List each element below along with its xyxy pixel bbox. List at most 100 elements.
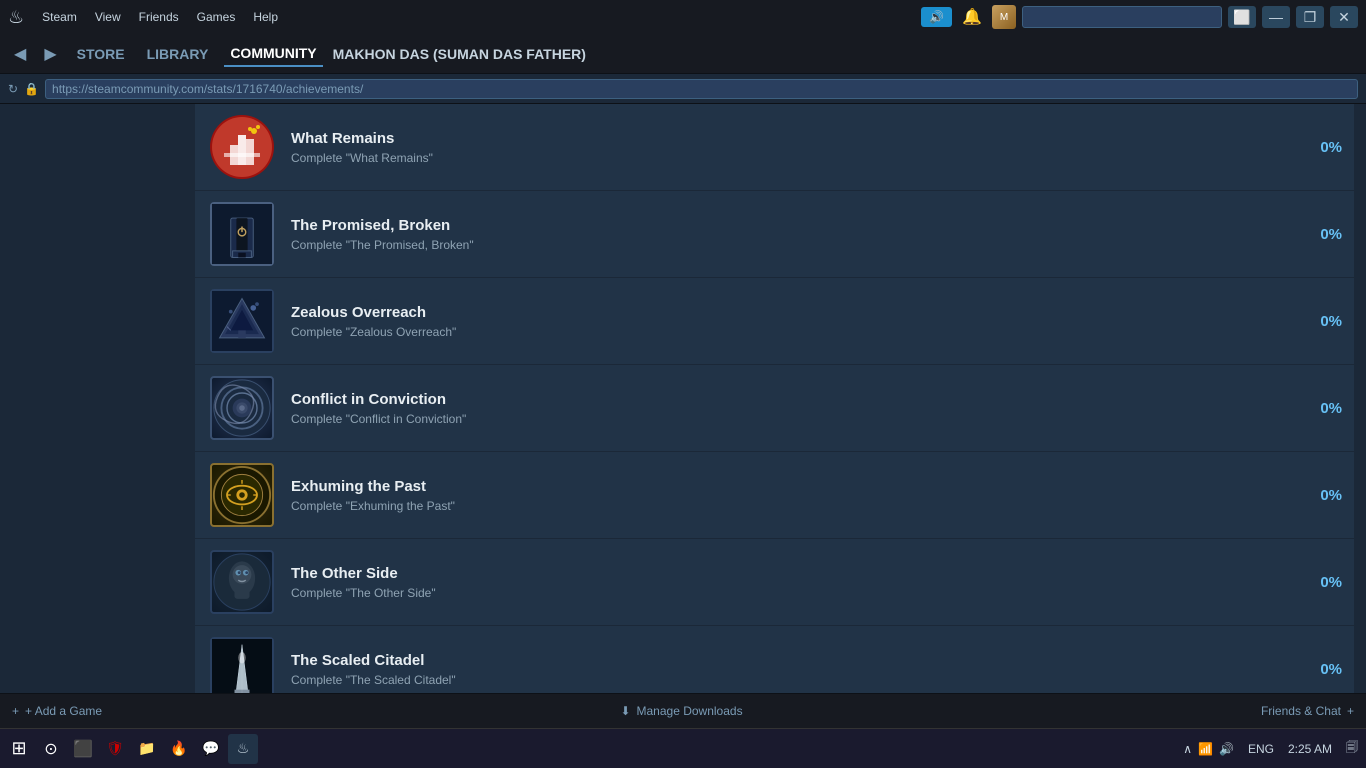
achievement-description: Complete "The Other Side" [291,586,1290,600]
taskbar: ⊞ ⊙ ⬛ 🛡 📁 🔥 💬 ♨ ∧ 📶 🔊 ENG 2:25 AM 🗐 [0,728,1366,768]
maximize-button[interactable]: ❐ [1296,6,1324,28]
achievement-percent: 0% [1302,487,1342,504]
back-button[interactable]: ◀ [10,42,30,66]
achievement-icon-6 [210,550,274,614]
nav-store[interactable]: STORE [71,42,131,66]
close-button[interactable]: ✕ [1330,6,1358,28]
achievement-description: Complete "The Scaled Citadel" [291,673,1290,687]
bottom-bar: + + Add a Game ⬇ Manage Downloads Friend… [0,693,1366,728]
achievement-name: Conflict in Conviction [291,391,1290,408]
taskbar-app-5[interactable]: 💬 [196,734,226,764]
left-sidebar [0,104,195,693]
wifi-icon: 📶 [1198,742,1213,756]
avatar[interactable]: M [992,5,1016,29]
clock-time: 2:25 AM [1288,742,1332,756]
taskbar-app-3[interactable]: 📁 [132,734,162,764]
achievement-info: The Promised, BrokenComplete "The Promis… [291,217,1290,252]
taskbar-app-1[interactable]: ⬛ [68,734,98,764]
nav-user-title[interactable]: MAKHON DAS (SUMAN DAS FATHER) [333,46,586,62]
achievement-percent: 0% [1302,661,1342,678]
achievement-icon-4 [210,376,274,440]
achievement-icon-5 [210,463,274,527]
achievement-info: Exhuming the PastComplete "Exhuming the … [291,478,1290,513]
manage-downloads-label: Manage Downloads [637,704,743,718]
taskbar-notification-icon[interactable]: 🗐 [1342,736,1362,761]
friends-chat-label: Friends & Chat [1261,704,1341,718]
achievement-description: Complete "Conflict in Conviction" [291,412,1290,426]
achievement-icon-wrap [207,199,277,269]
broadcast-button[interactable]: 🔊 [921,7,952,27]
language-label: ENG [1248,742,1274,756]
achievement-percent: 0% [1302,400,1342,417]
taskbar-search[interactable]: ⊙ [36,734,66,764]
achievement-description: Complete "Zealous Overreach" [291,325,1290,339]
speaker-icon: 🔊 [1219,742,1234,756]
achievement-icon-wrap [207,634,277,693]
achievement-percent: 0% [1302,139,1342,156]
avatar-initial: M [1000,12,1008,23]
menu-view[interactable]: View [87,6,129,28]
taskbar-language[interactable]: ENG [1244,740,1278,758]
achievement-info: The Other SideComplete "The Other Side" [291,565,1290,600]
add-game-label: + Add a Game [25,704,102,718]
taskbar-app-2[interactable]: 🛡 [100,734,130,764]
forward-button[interactable]: ▶ [40,42,60,66]
url-input[interactable] [45,79,1358,99]
add-game-section[interactable]: + + Add a Game [12,704,102,718]
achievement-icon-wrap [207,286,277,356]
window-icon-button[interactable]: ⬜ [1228,6,1256,28]
menu-games[interactable]: Games [189,6,244,28]
start-button[interactable]: ⊞ [4,734,34,764]
achievement-row: Conflict in Conviction Complete "Conflict… [195,365,1354,452]
achievement-icon-1 [210,115,274,179]
taskbar-right: ∧ 📶 🔊 ENG 2:25 AM 🗐 [1179,736,1362,761]
achievement-name: The Promised, Broken [291,217,1290,234]
achievement-row: The Promised, BrokenComplete "The Promis… [195,191,1354,278]
taskbar-system-icons[interactable]: ∧ 📶 🔊 [1179,740,1238,758]
taskbar-steam[interactable]: ♨ [228,734,258,764]
downloads-icon: ⬇ [620,704,630,718]
achievement-icon-2 [210,202,274,266]
achievement-description: Complete "What Remains" [291,151,1290,165]
title-bar-left: ♨ Steam View Friends Games Help [8,6,286,28]
steam-logo-icon: ♨ [8,7,24,28]
minimize-button[interactable]: — [1262,6,1290,28]
manage-downloads-section[interactable]: ⬇ Manage Downloads [620,704,742,718]
taskbar-app-4[interactable]: 🔥 [164,734,194,764]
achievement-icon-wrap [207,373,277,443]
achievement-icon-3 [210,289,274,353]
achievement-row: Exhuming the PastComplete "Exhuming the … [195,452,1354,539]
main-content: What Remains Complete "What Remains" 0% Th… [0,104,1366,693]
achievement-row: Zealous OverreachComplete "Zealous Overr… [195,278,1354,365]
achievement-percent: 0% [1302,226,1342,243]
refresh-icon[interactable]: ↻ [8,82,18,96]
right-sidebar [1354,104,1366,693]
nav-bar: ◀ ▶ STORE LIBRARY COMMUNITY MAKHON DAS (… [0,34,1366,74]
lock-icon: 🔒 [24,82,39,96]
achievement-name: What Remains [291,130,1290,147]
search-input[interactable] [1022,6,1222,28]
title-bar-right: 🔊 🔔 M ⬜ — ❐ ✕ [921,5,1358,29]
friends-chat-section[interactable]: Friends & Chat + [1261,704,1354,718]
nav-community[interactable]: COMMUNITY [224,41,322,67]
menu-help[interactable]: Help [245,6,286,28]
achievement-icon-wrap [207,460,277,530]
taskbar-left: ⊞ ⊙ ⬛ 🛡 📁 🔥 💬 ♨ [4,734,258,764]
achievement-info: What Remains Complete "What Remains" [291,130,1290,165]
menu-friends[interactable]: Friends [131,6,187,28]
achievement-name: Exhuming the Past [291,478,1290,495]
achievement-percent: 0% [1302,574,1342,591]
menu-steam[interactable]: Steam [34,6,85,28]
achievement-row: The Other SideComplete "The Other Side" 0… [195,539,1354,626]
notification-button[interactable]: 🔔 [958,5,986,29]
achievement-icon-7 [210,637,274,693]
achievement-icon-wrap [207,112,277,182]
broadcast-icon: 🔊 [929,10,944,24]
achievement-info: Conflict in Conviction Complete "Conflict… [291,391,1290,426]
nav-library[interactable]: LIBRARY [141,42,215,66]
achievement-percent: 0% [1302,313,1342,330]
avatar-image: M [992,5,1016,29]
achievement-info: The Scaled CitadelComplete "The Scaled C… [291,652,1290,687]
achievement-row: The Scaled CitadelComplete "The Scaled C… [195,626,1354,693]
taskbar-clock[interactable]: 2:25 AM [1284,740,1336,758]
